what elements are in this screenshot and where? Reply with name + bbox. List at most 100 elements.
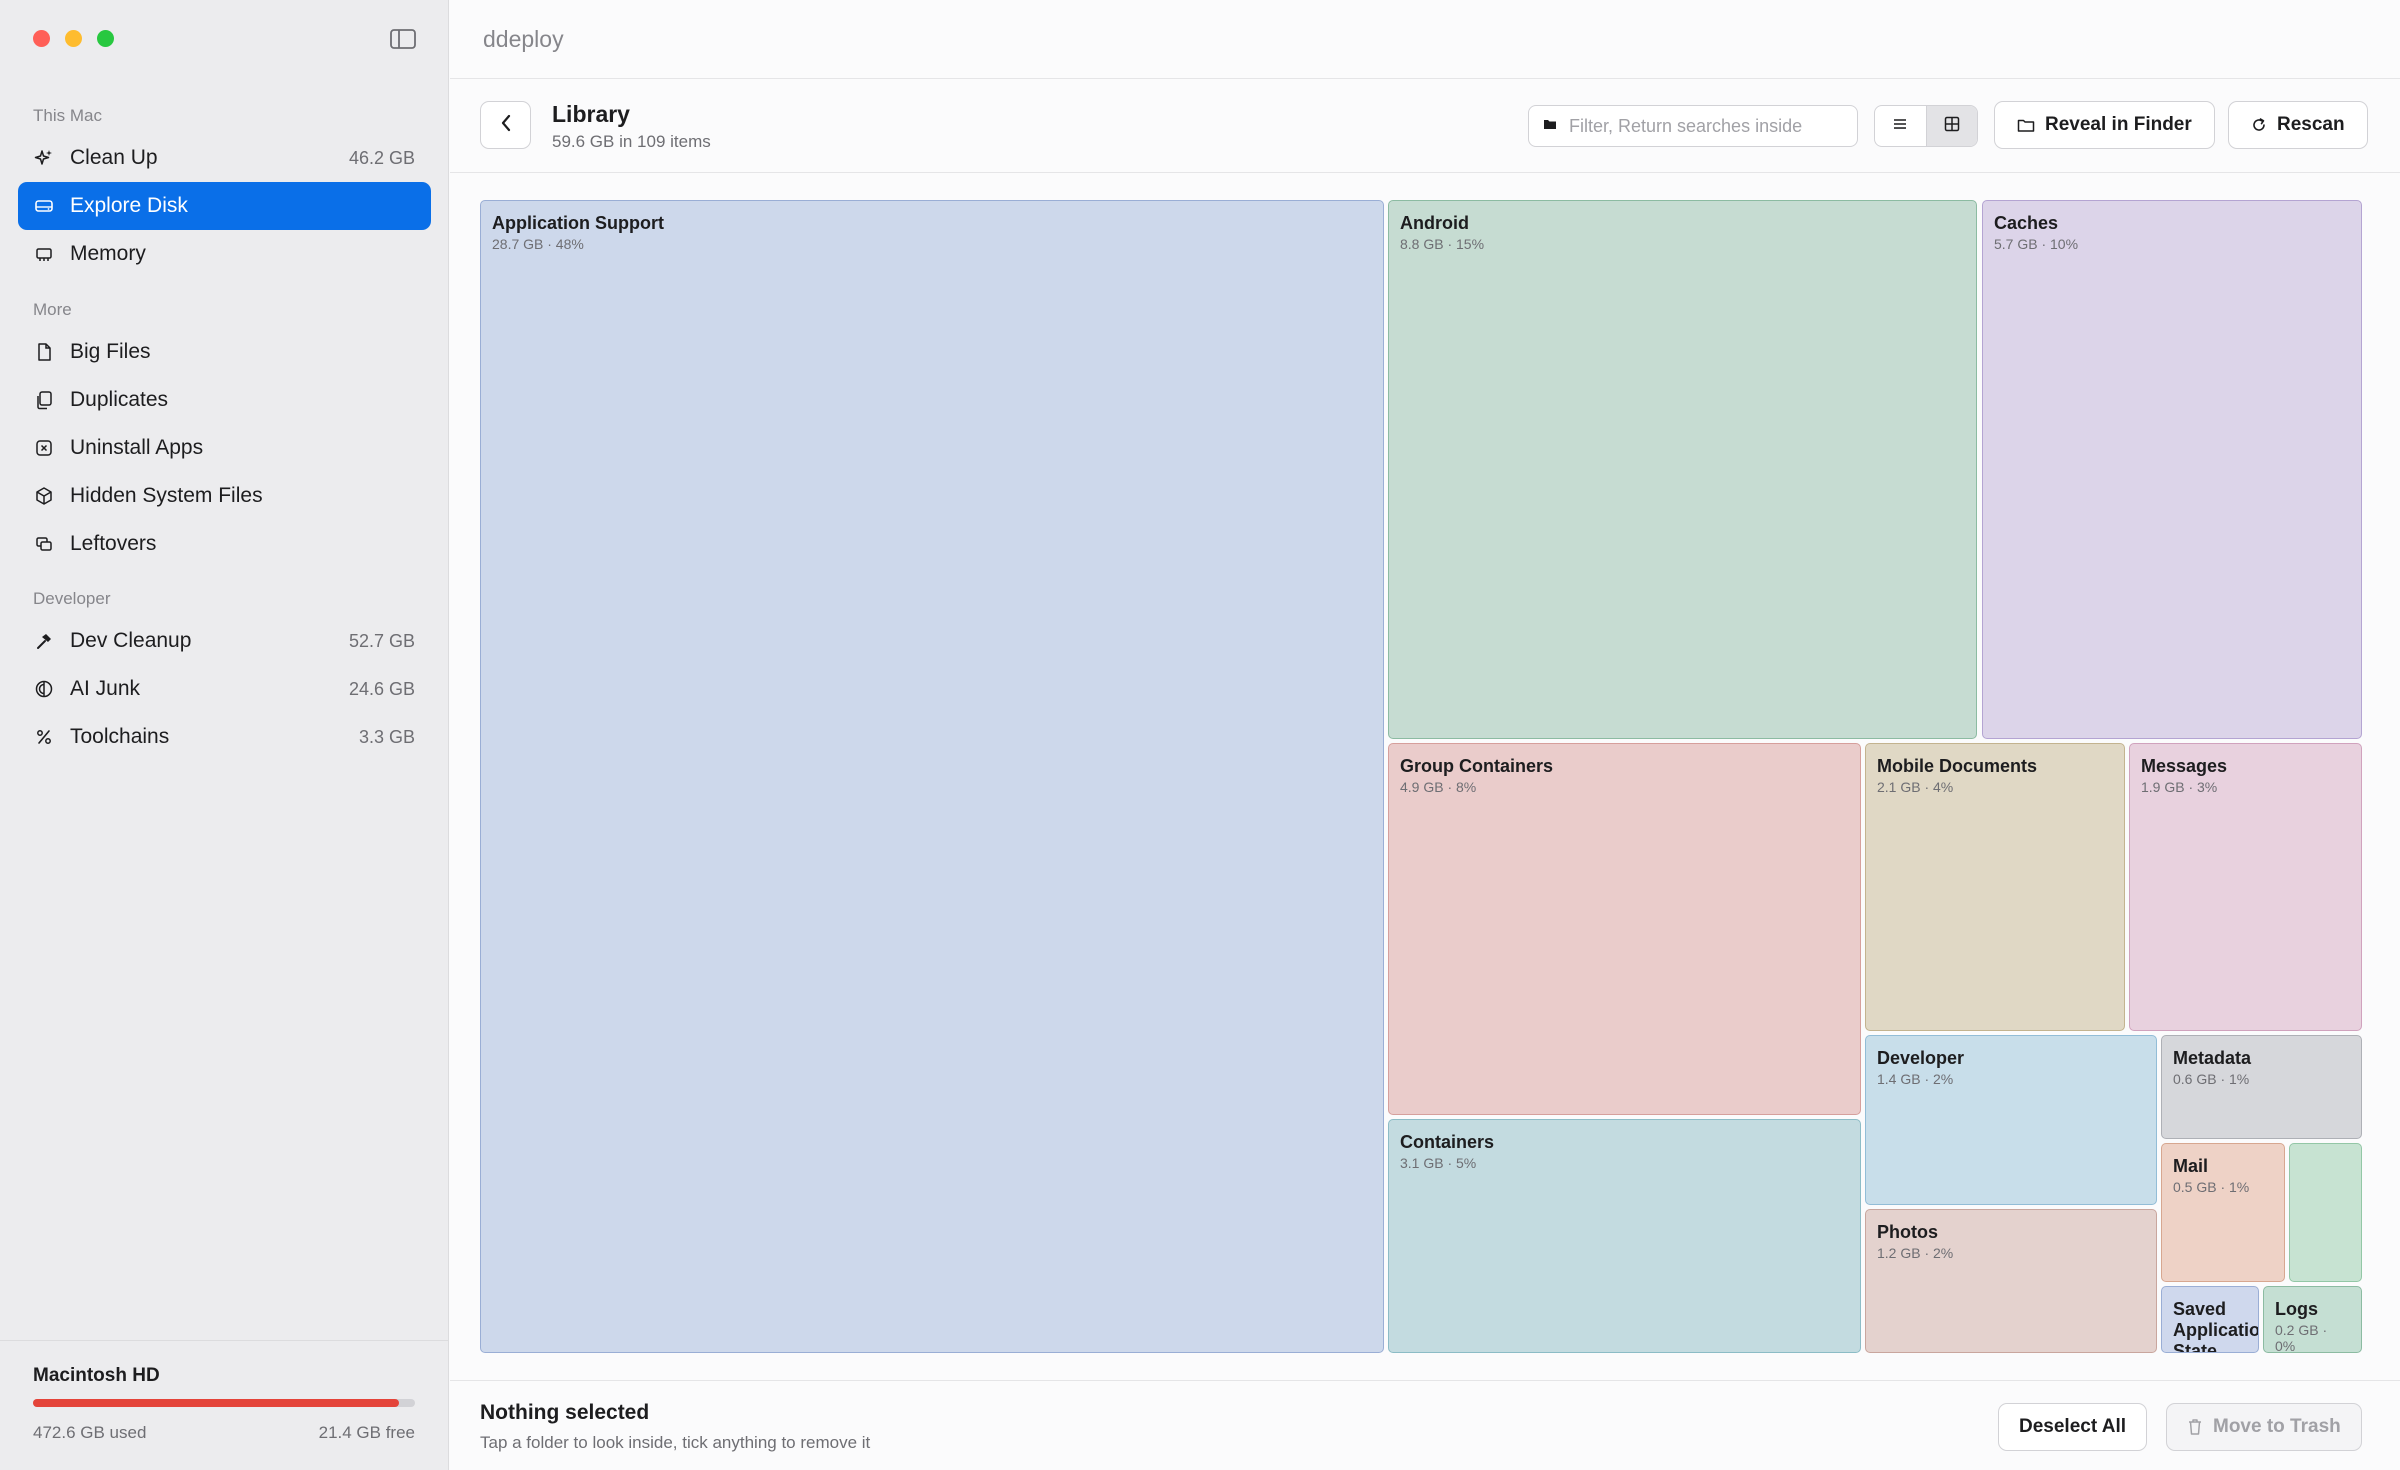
folder-outline-icon — [2017, 118, 2035, 133]
selection-subtitle: Tap a folder to look inside, tick anythi… — [480, 1433, 871, 1452]
duplicate-icon — [34, 390, 54, 410]
tile-meta: 0.6 GB · 1% — [2173, 1071, 2250, 1087]
treemap-tile-messages[interactable]: Messages 1.9 GB · 3% — [2129, 743, 2362, 1031]
memory-chip-icon — [34, 244, 54, 264]
uninstall-icon — [34, 438, 54, 458]
close-window-button[interactable] — [33, 30, 50, 47]
sidebar-item-label: AI Junk — [70, 677, 141, 700]
tile-meta: 28.7 GB · 48% — [492, 236, 584, 252]
rescan-label: Rescan — [2277, 114, 2345, 135]
tile-meta: 4.9 GB · 8% — [1400, 779, 1477, 795]
reveal-in-finder-button[interactable]: Reveal in Finder — [1994, 101, 2215, 149]
move-to-trash-label: Move to Trash — [2213, 1416, 2341, 1437]
treemap-tile-unlabeled[interactable] — [2289, 1143, 2362, 1282]
deselect-all-label: Deselect All — [2019, 1416, 2127, 1437]
tile-name: Mobile Documents — [1877, 756, 2038, 776]
filter-input[interactable] — [1567, 114, 1847, 138]
tile-name: Messages — [2141, 756, 2228, 776]
treemap-tile-mobile-documents[interactable]: Mobile Documents 2.1 GB · 4% — [1865, 743, 2125, 1031]
sidebar-item-clean-up[interactable]: Clean Up 46.2 GB — [18, 134, 431, 182]
percent-tools-icon — [34, 727, 54, 747]
folder-icon — [1543, 117, 1557, 135]
back-button[interactable] — [480, 101, 531, 149]
treemap: Application Support 28.7 GB · 48% Androi… — [450, 0, 2400, 1380]
tile-meta: 0.5 GB · 1% — [2173, 1179, 2250, 1195]
ai-icon — [34, 679, 54, 699]
sidebar-item-leftovers[interactable]: Leftovers — [18, 520, 431, 568]
disk-used-text: 472.6 GB used — [33, 1423, 147, 1442]
location-subtitle: 59.6 GB in 109 items — [552, 132, 711, 151]
sidebar-item-label: Hidden System Files — [70, 484, 263, 507]
list-view-button[interactable] — [1875, 106, 1926, 146]
sidebar-item-size: 46.2 GB — [348, 147, 415, 168]
sidebar-item-uninstall-apps[interactable]: Uninstall Apps — [18, 424, 431, 472]
deselect-all-button[interactable]: Deselect All — [1998, 1403, 2148, 1451]
toolbar: Library 59.6 GB in 109 items Filter, Ret… — [450, 79, 2400, 173]
disk-free-text: 21.4 GB free — [318, 1423, 415, 1442]
tile-name: Logs — [2275, 1299, 2318, 1319]
move-to-trash-button[interactable]: Move to Trash — [2166, 1403, 2362, 1451]
sidebar-item-label: Explore Disk — [70, 194, 188, 217]
minimize-window-button[interactable] — [65, 30, 82, 47]
sidebar-toggle-icon[interactable] — [390, 28, 416, 50]
trash-icon — [2187, 1418, 2203, 1436]
rescan-button[interactable]: Rescan — [2228, 101, 2368, 149]
view-mode-control — [1874, 105, 1978, 147]
sidebar-item-duplicates[interactable]: Duplicates — [18, 376, 431, 424]
reveal-in-finder-label: Reveal in Finder — [2045, 114, 2192, 135]
treemap-tile-application-support[interactable]: Application Support 28.7 GB · 48% — [480, 200, 1384, 1353]
zoom-window-button[interactable] — [97, 30, 114, 47]
tile-name: Application Support — [492, 213, 664, 233]
tile-name: Containers — [1400, 1132, 1495, 1152]
tile-meta: 1.9 GB · 3% — [2141, 779, 2218, 795]
treemap-tile-photos[interactable]: Photos 1.2 GB · 2% — [1865, 1209, 2157, 1353]
treemap-tile-developer[interactable]: Developer 1.4 GB · 2% — [1865, 1035, 2157, 1205]
sidebar-item-hidden-system-files[interactable]: Hidden System Files — [18, 472, 431, 520]
sidebar-item-toolchains[interactable]: Toolchains 3.3 GB — [18, 713, 431, 761]
tile-name: Photos — [1877, 1222, 1938, 1242]
section-label-developer: Developer — [33, 589, 111, 608]
sidebar-item-memory[interactable]: Memory — [18, 230, 431, 278]
grid-icon — [1944, 116, 1960, 137]
disk-usage-bar — [33, 1399, 415, 1407]
tile-name: Mail — [2173, 1156, 2209, 1176]
tile-meta: 1.2 GB · 2% — [1877, 1245, 1954, 1261]
tile-meta: 8.8 GB · 15% — [1400, 236, 1485, 252]
treemap-tile-mail[interactable]: Mail 0.5 GB · 1% — [2161, 1143, 2285, 1282]
sidebar-item-size: 24.6 GB — [348, 678, 415, 699]
sidebar-item-label: Duplicates — [70, 388, 169, 411]
sidebar-item-ai-junk[interactable]: AI Junk 24.6 GB — [18, 665, 431, 713]
treemap-tile-containers[interactable]: Containers 3.1 GB · 5% — [1388, 1119, 1861, 1353]
treemap-tile-caches[interactable]: Caches 5.7 GB · 10% — [1982, 200, 2362, 739]
sidebar: This Mac Clean Up 46.2 GB Explore Disk M… — [0, 0, 449, 1470]
tile-meta: 2.1 GB · 4% — [1877, 779, 1954, 795]
sidebar-item-label: Dev Cleanup — [70, 629, 192, 652]
tile-meta: 5.7 GB · 10% — [1994, 236, 2079, 252]
disk-usage-panel: Macintosh HD 472.6 GB used 21.4 GB free — [0, 1340, 449, 1470]
selection-title: Nothing selected — [480, 1401, 650, 1424]
leftovers-icon — [34, 534, 54, 554]
sidebar-item-label: Clean Up — [70, 146, 158, 169]
sidebar-item-size: 52.7 GB — [348, 630, 415, 651]
treemap-tile-saved-application-state[interactable]: Saved Application State — [2161, 1286, 2259, 1353]
main-content: ddeploy Library 59.6 GB in 109 items Fil… — [450, 0, 2400, 1470]
sidebar-item-dev-cleanup[interactable]: Dev Cleanup 52.7 GB — [18, 617, 431, 665]
treemap-tile-logs[interactable]: Logs 0.2 GB · 0% — [2263, 1286, 2362, 1353]
document-icon — [34, 342, 54, 362]
filter-field[interactable] — [1528, 105, 1858, 147]
tile-meta: 3.1 GB · 5% — [1400, 1155, 1477, 1171]
sidebar-item-big-files[interactable]: Big Files — [18, 328, 431, 376]
treemap-tile-android[interactable]: Android 8.8 GB · 15% — [1388, 200, 1977, 739]
treemap-tile-metadata[interactable]: Metadata 0.6 GB · 1% — [2161, 1035, 2362, 1139]
tile-name: Developer — [1877, 1048, 1965, 1068]
sidebar-item-explore-disk[interactable]: Explore Disk — [18, 182, 431, 230]
section-label-this-mac: This Mac — [33, 106, 102, 125]
drive-icon — [34, 196, 54, 216]
sidebar-item-label: Uninstall Apps — [70, 436, 204, 459]
treemap-tile-group-containers[interactable]: Group Containers 4.9 GB · 8% — [1388, 743, 1861, 1115]
grid-view-button[interactable] — [1925, 106, 1977, 146]
sidebar-item-label: Leftovers — [70, 532, 157, 555]
tile-name: Metadata — [2173, 1048, 2252, 1068]
tile-name: Group Containers — [1400, 756, 1554, 776]
tile-meta: 0.2 GB · 0% — [2275, 1322, 2328, 1353]
